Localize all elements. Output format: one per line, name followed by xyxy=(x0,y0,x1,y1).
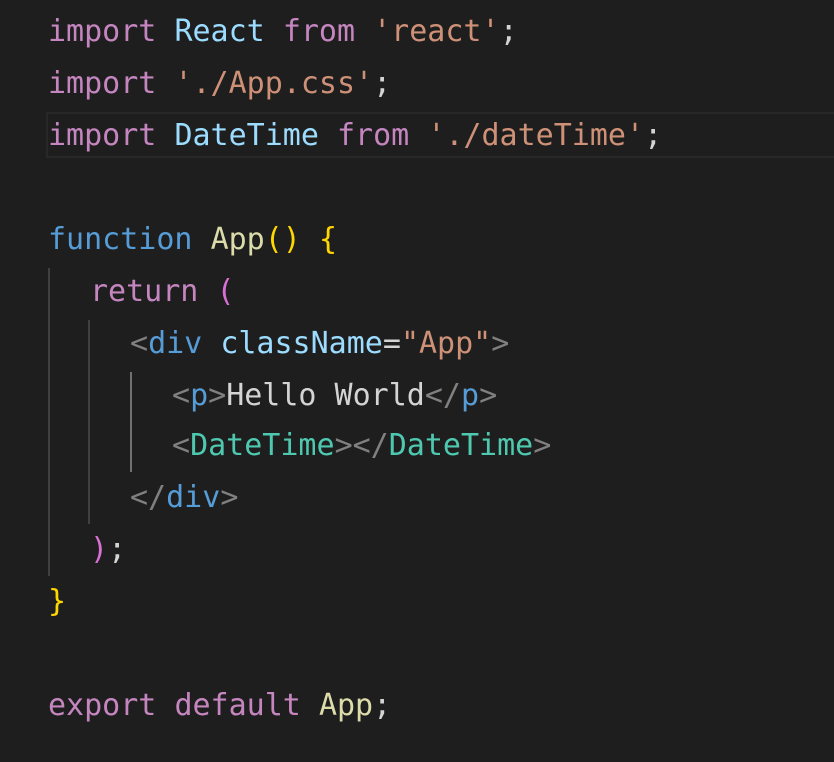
indent-guide-active xyxy=(130,372,132,472)
jsx-text: Hello World xyxy=(226,378,425,413)
code-line-7[interactable]: <div className="App"> xyxy=(130,318,509,370)
tag-bracket: > xyxy=(491,326,510,361)
tag-bracket: ></ xyxy=(334,428,389,463)
indent-guide xyxy=(48,268,50,576)
code-line-1[interactable]: import React from 'react'; xyxy=(48,6,518,58)
tag-bracket: < xyxy=(172,428,191,463)
code-line-11[interactable]: ); xyxy=(90,524,126,576)
keyword: function xyxy=(48,222,193,257)
bracket: () xyxy=(264,222,301,257)
bracket: } xyxy=(48,584,67,619)
punctuation: ; xyxy=(373,66,392,101)
bracket: { xyxy=(318,222,337,257)
code-line-5[interactable]: function App() { xyxy=(48,214,337,266)
tag-bracket: </ xyxy=(424,378,461,413)
attribute-name: className xyxy=(220,326,383,361)
tag-name: p xyxy=(190,378,209,413)
identifier: DateTime xyxy=(174,118,319,153)
keyword: return xyxy=(90,274,199,309)
tag-name: p xyxy=(461,378,480,413)
punctuation: ; xyxy=(644,118,663,153)
code-line-12[interactable]: } xyxy=(48,576,66,628)
string-literal: "App" xyxy=(400,326,492,361)
code-line-14[interactable]: export default App; xyxy=(48,680,391,732)
tag-name: div xyxy=(148,326,203,361)
tag-name: div xyxy=(166,480,221,515)
string-literal: './dateTime' xyxy=(427,118,645,153)
keyword: import xyxy=(48,118,157,153)
keyword: from xyxy=(337,118,410,153)
function-name: App xyxy=(210,222,265,257)
string-literal: './App.css' xyxy=(174,66,374,101)
component-name: DateTime xyxy=(190,428,335,463)
component-name: DateTime xyxy=(388,428,534,463)
code-line-6[interactable]: return ( xyxy=(90,266,235,318)
keyword: default xyxy=(174,688,301,723)
code-line-10[interactable]: </div> xyxy=(130,472,238,524)
tag-bracket: < xyxy=(130,326,149,361)
punctuation: ; xyxy=(108,532,127,567)
string-literal: 'react' xyxy=(373,14,500,49)
code-line-2[interactable]: import './App.css'; xyxy=(48,58,391,110)
code-line-3[interactable]: import DateTime from './dateTime'; xyxy=(48,110,662,162)
identifier: React xyxy=(174,14,265,49)
identifier: App xyxy=(318,688,374,723)
code-line-8[interactable]: <p>Hello World</p> xyxy=(172,370,497,422)
tag-bracket: > xyxy=(533,428,552,463)
tag-bracket: < xyxy=(172,378,191,413)
punctuation: ; xyxy=(499,14,518,49)
bracket: ) xyxy=(90,532,109,567)
tag-bracket: > xyxy=(208,378,227,413)
code-editor[interactable]: import React from 'react'; import './App… xyxy=(0,0,834,762)
tag-bracket: > xyxy=(220,480,239,515)
punctuation: = xyxy=(382,326,401,361)
keyword: import xyxy=(48,14,157,49)
code-line-9[interactable]: <DateTime></DateTime> xyxy=(172,420,551,472)
bracket: ( xyxy=(216,274,235,309)
punctuation: ; xyxy=(373,688,392,723)
keyword: from xyxy=(282,14,356,49)
keyword: export xyxy=(48,688,157,723)
tag-bracket: > xyxy=(479,378,498,413)
keyword: import xyxy=(48,66,157,101)
tag-bracket: </ xyxy=(130,480,167,515)
indent-guide xyxy=(88,320,90,524)
